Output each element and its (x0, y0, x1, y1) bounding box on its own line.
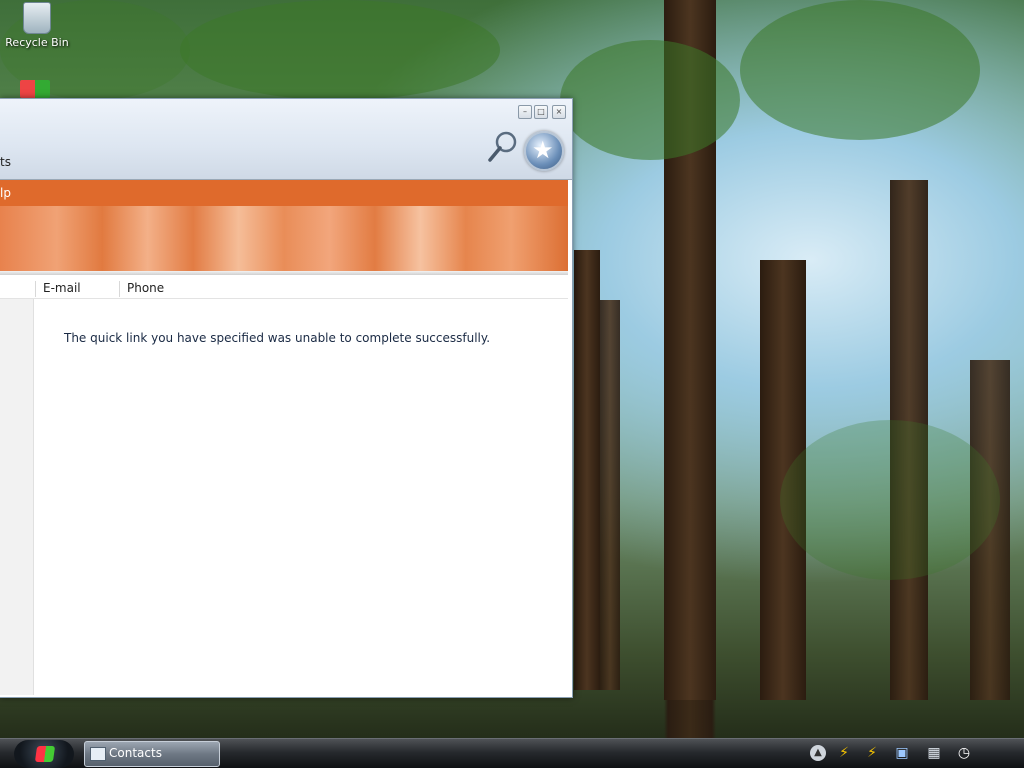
column-header-phone[interactable]: Phone (119, 281, 199, 297)
column-header-blank[interactable] (0, 281, 35, 297)
favorites-button[interactable]: ★ (524, 131, 564, 171)
search-icon[interactable] (486, 129, 520, 163)
minimize-button[interactable]: – (518, 105, 532, 119)
foliage (740, 0, 980, 140)
start-button[interactable] (14, 740, 74, 768)
foliage (560, 40, 740, 160)
window-title-partial: ts (0, 155, 11, 169)
tray-clock-icon[interactable]: ◷ (956, 745, 972, 761)
star-icon: ★ (532, 136, 554, 164)
contacts-icon (90, 747, 106, 761)
menu-bar: lp (0, 180, 568, 206)
taskbar-contacts-button[interactable]: Contacts (84, 741, 220, 767)
recycle-bin-icon (23, 2, 51, 34)
help-menu-partial[interactable]: lp (0, 186, 11, 200)
foliage (780, 420, 1000, 580)
tree-trunk (574, 250, 600, 690)
system-tray: ▲ ⚡ ⚡ ▣ ▦ ◷ (808, 740, 1024, 768)
foliage (180, 0, 500, 100)
windows-logo-desktop-icon[interactable] (20, 80, 50, 98)
tray-network-icon[interactable]: ▣ (894, 745, 910, 761)
error-message: The quick link you have specified was un… (64, 331, 491, 345)
column-headers: E-mail Phone (0, 278, 568, 299)
tray-monitor-icon[interactable]: ▦ (926, 745, 942, 761)
windows-start-icon (34, 746, 56, 762)
window-titlebar: – □ × ts ★ (0, 99, 572, 180)
recycle-bin-desktop-icon[interactable]: Recycle Bin (0, 0, 74, 49)
tray-arrow-icon[interactable]: ▲ (810, 745, 826, 761)
taskbar: Contacts ▲ ⚡ ⚡ ▣ ▦ ◷ (0, 738, 1024, 768)
taskbar-contacts-label: Contacts (109, 746, 162, 760)
close-button[interactable]: × (552, 105, 566, 119)
banner-divider (0, 271, 568, 275)
header-banner (0, 206, 568, 271)
tree-trunk (600, 300, 620, 690)
desktop: Recycle Bin – □ × ts ★ lp E-mail Phone T… (0, 0, 1024, 768)
tray-lightning-icon[interactable]: ⚡ (836, 745, 852, 761)
left-pane (0, 299, 34, 695)
recycle-bin-label: Recycle Bin (5, 36, 69, 49)
maximize-button[interactable]: □ (534, 105, 548, 119)
column-header-email[interactable]: E-mail (35, 281, 119, 297)
contacts-window: – □ × ts ★ lp E-mail Phone The quick lin… (0, 98, 573, 698)
tray-lightning-icon-2[interactable]: ⚡ (864, 745, 880, 761)
